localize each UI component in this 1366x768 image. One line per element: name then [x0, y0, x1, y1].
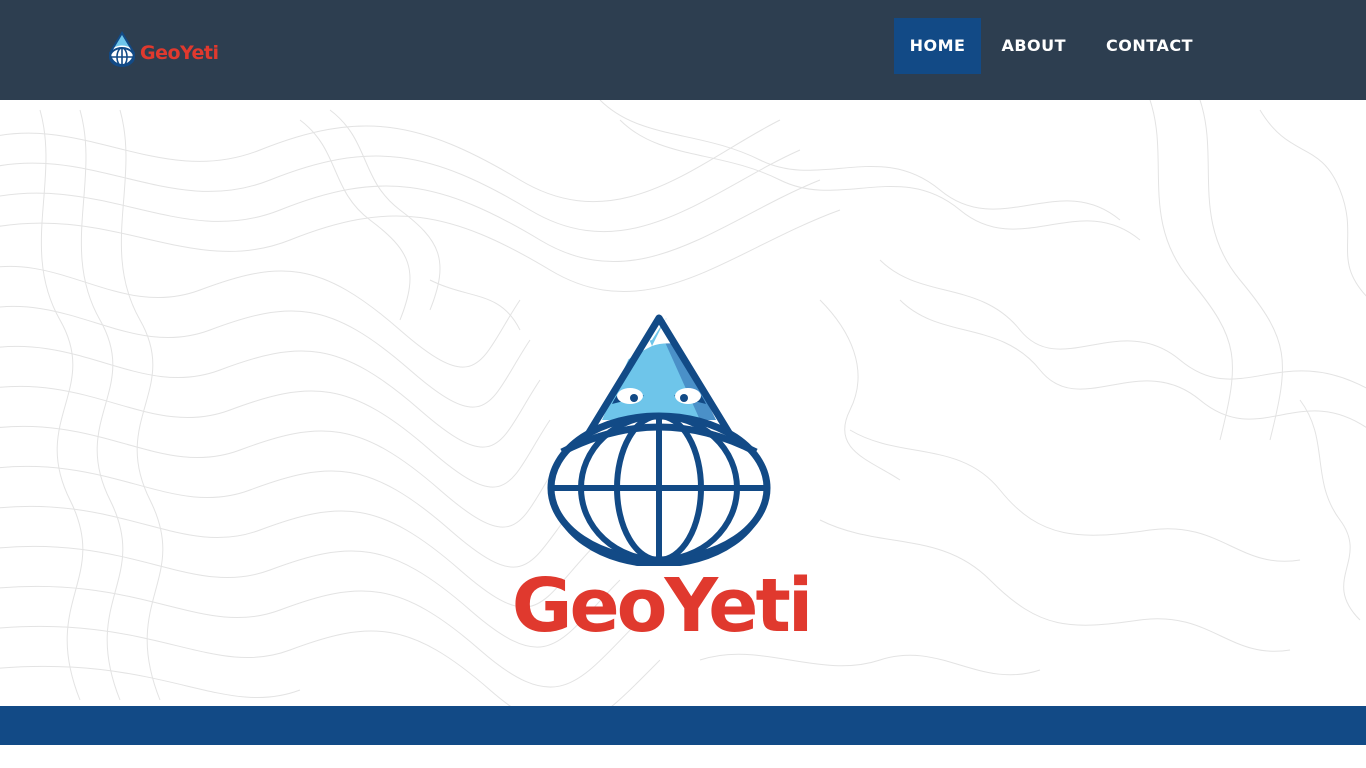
geoyeti-hero-logo-icon: [547, 314, 771, 566]
brand-logo-link[interactable]: GeoYeti: [106, 31, 219, 69]
navbar: GeoYeti HOME ABOUT CONTACT: [0, 0, 1366, 100]
footer-band: [0, 706, 1366, 745]
main-nav: HOME ABOUT CONTACT: [893, 18, 1213, 74]
geoyeti-logo-icon: [108, 31, 136, 67]
hero-section: GeoYeti: [0, 100, 1366, 706]
bottom-strip: [0, 745, 1366, 768]
nav-about-link[interactable]: ABOUT: [981, 18, 1086, 74]
hero-logo-text: GeoYeti: [511, 563, 814, 649]
brand-name: GeoYeti: [140, 42, 219, 64]
nav-contact-link[interactable]: CONTACT: [1086, 18, 1213, 74]
nav-home-link[interactable]: HOME: [893, 18, 982, 74]
